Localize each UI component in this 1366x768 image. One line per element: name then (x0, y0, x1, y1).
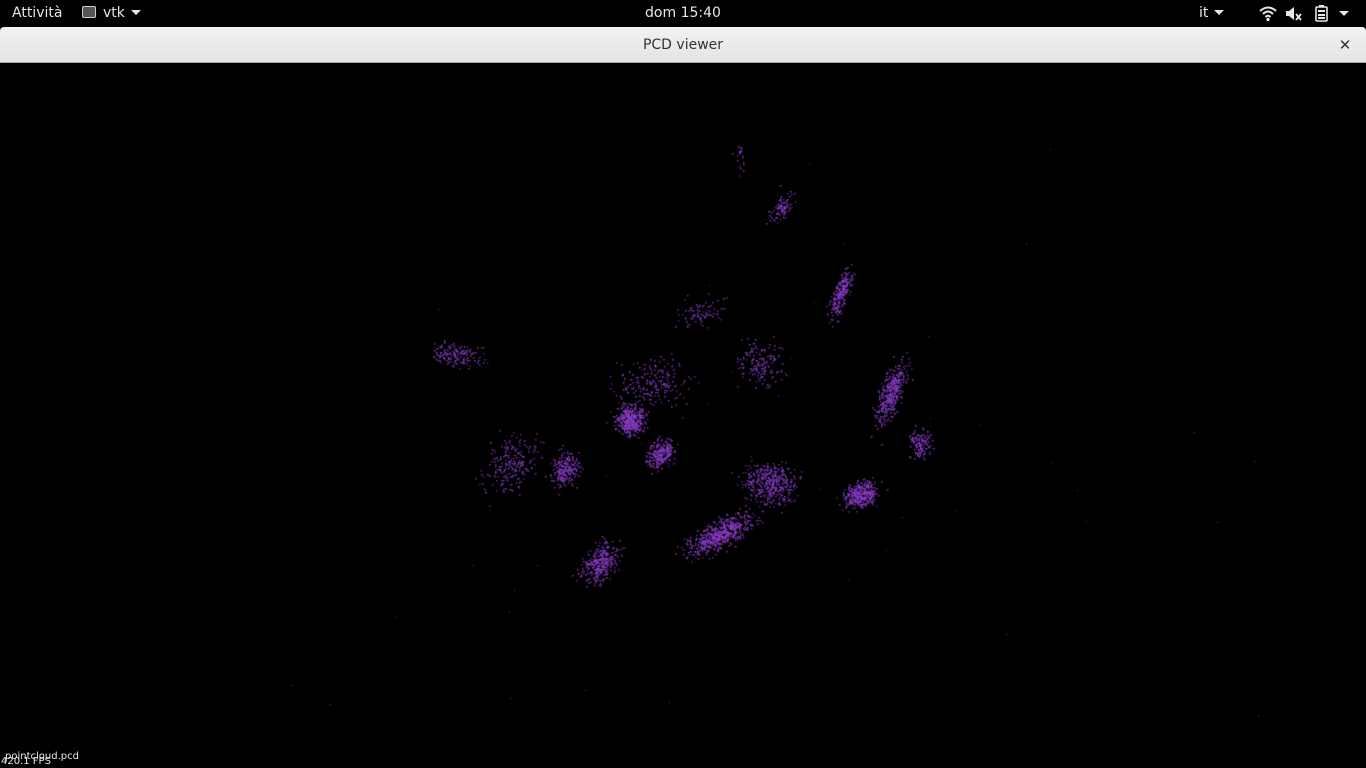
wifi-icon (1259, 6, 1277, 22)
pointcloud-canvas[interactable] (0, 64, 1366, 768)
chevron-down-icon (1339, 11, 1349, 16)
volume-muted-icon (1286, 7, 1302, 21)
pointcloud-viewport[interactable]: 420.1 FPS pointcloud.pcd (0, 64, 1366, 768)
system-menu-button[interactable] (1257, 0, 1357, 27)
top-bar: Attività vtk dom 15:40 it (0, 0, 1366, 27)
clock-button[interactable]: dom 15:40 (0, 0, 1366, 27)
keyboard-layout-label: it (1199, 5, 1209, 21)
window-title: PCD viewer (642, 37, 724, 53)
chevron-down-icon (1214, 10, 1225, 15)
keyboard-layout-button[interactable]: it (1199, 0, 1225, 27)
battery-icon (1315, 5, 1328, 22)
close-button[interactable]: ✕ (1336, 36, 1354, 54)
cloud-filename-label: pointcloud.pcd (5, 751, 79, 762)
window-titlebar[interactable]: PCD viewer ✕ (0, 27, 1366, 63)
